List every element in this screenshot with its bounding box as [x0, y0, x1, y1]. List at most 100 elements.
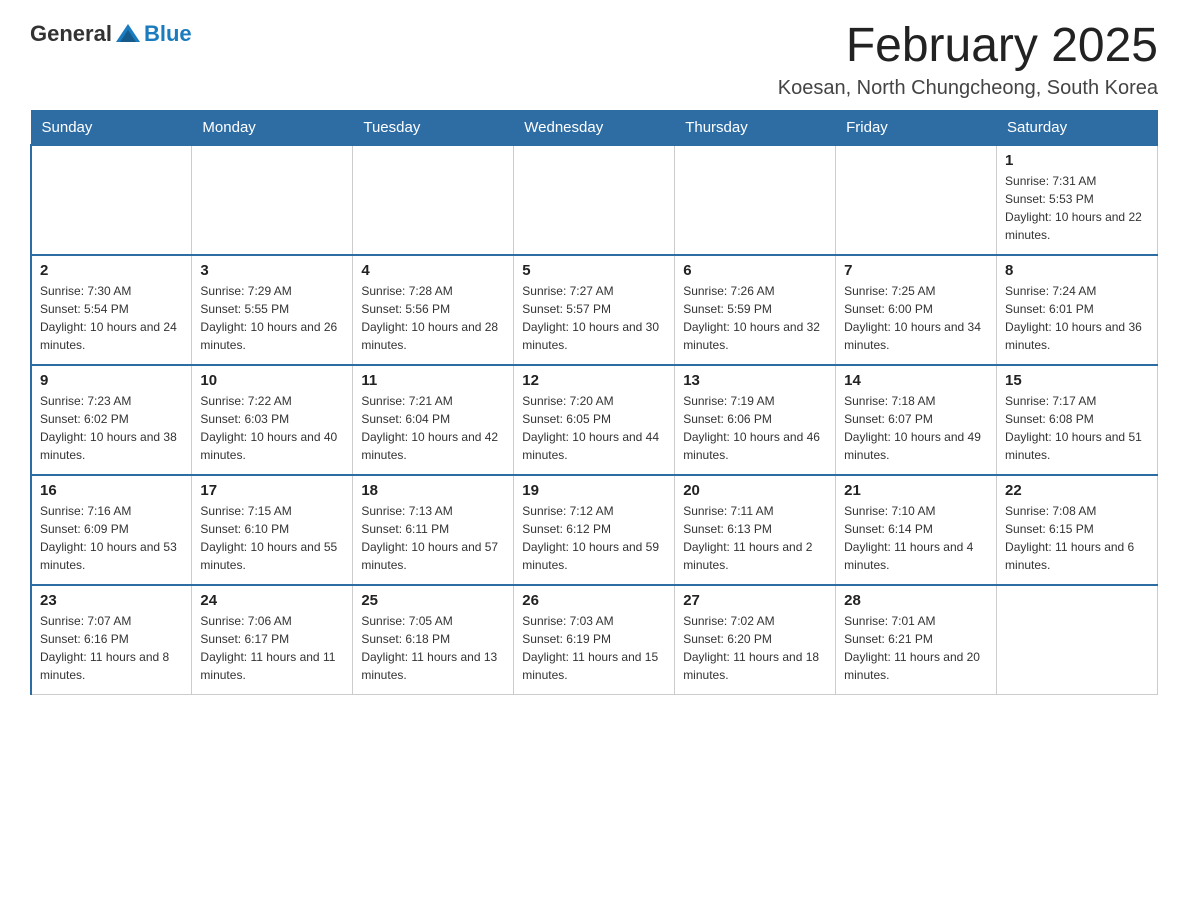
day-info: Sunrise: 7:27 AM Sunset: 5:57 PM Dayligh…: [522, 282, 666, 354]
calendar-cell: 4Sunrise: 7:28 AM Sunset: 5:56 PM Daylig…: [353, 255, 514, 365]
day-number: 13: [683, 372, 827, 389]
calendar-cell: 3Sunrise: 7:29 AM Sunset: 5:55 PM Daylig…: [192, 255, 353, 365]
calendar-subtitle: Koesan, North Chungcheong, South Korea: [778, 77, 1158, 100]
weekday-header-thursday: Thursday: [675, 110, 836, 145]
logo-text-general: General: [30, 21, 112, 47]
day-number: 2: [40, 262, 183, 279]
calendar-cell: 25 Sunrise: 7:05 AM Sunset: 6:18 PM Dayli…: [353, 585, 514, 695]
day-info: Sunrise: 7:29 AM Sunset: 5:55 PM Dayligh…: [200, 282, 344, 354]
day-number: 28: [844, 592, 988, 609]
calendar-cell: 24Sunrise: 7:06 AM Sunset: 6:17 PM Dayli…: [192, 585, 353, 695]
day-number: 22: [1005, 482, 1149, 499]
page-header: General Blue February 2025 Koesan, North…: [30, 20, 1158, 100]
day-info: Sunrise: 7:02 AM Sunset: 6:20 PM Dayligh…: [683, 612, 827, 684]
calendar-cell: 17 Sunrise: 7:15 AM Sunset: 6:10 PM Dayli…: [192, 475, 353, 585]
day-number: 6: [683, 262, 827, 279]
calendar-cell: 12Sunrise: 7:20 AM Sunset: 6:05 PM Dayli…: [514, 365, 675, 475]
day-info: Sunrise: 7:15 AM Sunset: 6:10 PM Dayligh…: [200, 502, 344, 574]
day-info: Sunrise: 7:18 AM Sunset: 6:07 PM Dayligh…: [844, 392, 988, 464]
calendar-week-row: 1Sunrise: 7:31 AM Sunset: 5:53 PM Daylig…: [31, 145, 1158, 255]
day-number: 16: [40, 482, 183, 499]
day-info: Sunrise: 7:13 AM Sunset: 6:11 PM Dayligh…: [361, 502, 505, 574]
day-number: 1: [1005, 152, 1149, 169]
day-info: Sunrise: 7:10 AM Sunset: 6:14 PM Dayligh…: [844, 502, 988, 574]
day-info: Sunrise: 7:24 AM Sunset: 6:01 PM Dayligh…: [1005, 282, 1149, 354]
calendar-cell: 21 Sunrise: 7:10 AM Sunset: 6:14 PM Dayli…: [836, 475, 997, 585]
day-info: Sunrise: 7:28 AM Sunset: 5:56 PM Dayligh…: [361, 282, 505, 354]
day-number: 5: [522, 262, 666, 279]
day-number: 9: [40, 372, 183, 389]
calendar-cell: 10 Sunrise: 7:22 AM Sunset: 6:03 PM Dayli…: [192, 365, 353, 475]
calendar-cell: 26Sunrise: 7:03 AM Sunset: 6:19 PM Dayli…: [514, 585, 675, 695]
weekday-header-saturday: Saturday: [997, 110, 1158, 145]
logo-icon: [114, 20, 142, 48]
calendar-cell: 1Sunrise: 7:31 AM Sunset: 5:53 PM Daylig…: [997, 145, 1158, 255]
day-number: 14: [844, 372, 988, 389]
calendar-cell: 20 Sunrise: 7:11 AM Sunset: 6:13 PM Dayli…: [675, 475, 836, 585]
day-number: 7: [844, 262, 988, 279]
calendar-cell: 18 Sunrise: 7:13 AM Sunset: 6:11 PM Dayli…: [353, 475, 514, 585]
calendar-cell: [836, 145, 997, 255]
day-info: Sunrise: 7:12 AM Sunset: 6:12 PM Dayligh…: [522, 502, 666, 574]
calendar-cell: 28 Sunrise: 7:01 AM Sunset: 6:21 PM Dayli…: [836, 585, 997, 695]
day-info: Sunrise: 7:11 AM Sunset: 6:13 PM Dayligh…: [683, 502, 827, 574]
day-info: Sunrise: 7:16 AM Sunset: 6:09 PM Dayligh…: [40, 502, 183, 574]
calendar-cell: 8 Sunrise: 7:24 AM Sunset: 6:01 PM Daylig…: [997, 255, 1158, 365]
calendar-cell: [353, 145, 514, 255]
day-info: Sunrise: 7:03 AM Sunset: 6:19 PM Dayligh…: [522, 612, 666, 684]
day-number: 12: [522, 372, 666, 389]
day-info: Sunrise: 7:21 AM Sunset: 6:04 PM Dayligh…: [361, 392, 505, 464]
calendar-cell: 5 Sunrise: 7:27 AM Sunset: 5:57 PM Daylig…: [514, 255, 675, 365]
calendar-cell: [514, 145, 675, 255]
calendar-cell: 27 Sunrise: 7:02 AM Sunset: 6:20 PM Dayli…: [675, 585, 836, 695]
day-number: 20: [683, 482, 827, 499]
logo: General Blue: [30, 20, 192, 48]
day-info: Sunrise: 7:06 AM Sunset: 6:17 PM Dayligh…: [200, 612, 344, 684]
calendar-week-row: 16 Sunrise: 7:16 AM Sunset: 6:09 PM Dayli…: [31, 475, 1158, 585]
calendar-cell: 14 Sunrise: 7:18 AM Sunset: 6:07 PM Dayli…: [836, 365, 997, 475]
title-area: February 2025 Koesan, North Chungcheong,…: [778, 20, 1158, 100]
calendar-cell: 23 Sunrise: 7:07 AM Sunset: 6:16 PM Dayli…: [31, 585, 192, 695]
day-number: 27: [683, 592, 827, 609]
calendar-week-row: 2 Sunrise: 7:30 AM Sunset: 5:54 PM Daylig…: [31, 255, 1158, 365]
weekday-header-row: SundayMondayTuesdayWednesdayThursdayFrid…: [31, 110, 1158, 145]
day-number: 18: [361, 482, 505, 499]
calendar-cell: [997, 585, 1158, 695]
calendar-cell: 11 Sunrise: 7:21 AM Sunset: 6:04 PM Dayli…: [353, 365, 514, 475]
day-number: 10: [200, 372, 344, 389]
calendar-cell: 9Sunrise: 7:23 AM Sunset: 6:02 PM Daylig…: [31, 365, 192, 475]
day-number: 8: [1005, 262, 1149, 279]
calendar-cell: [192, 145, 353, 255]
day-info: Sunrise: 7:05 AM Sunset: 6:18 PM Dayligh…: [361, 612, 505, 684]
day-number: 17: [200, 482, 344, 499]
calendar-cell: 2 Sunrise: 7:30 AM Sunset: 5:54 PM Daylig…: [31, 255, 192, 365]
logo-text-blue: Blue: [144, 21, 192, 47]
day-number: 15: [1005, 372, 1149, 389]
day-info: Sunrise: 7:01 AM Sunset: 6:21 PM Dayligh…: [844, 612, 988, 684]
calendar-cell: [31, 145, 192, 255]
calendar-cell: 13 Sunrise: 7:19 AM Sunset: 6:06 PM Dayli…: [675, 365, 836, 475]
calendar-cell: 16 Sunrise: 7:16 AM Sunset: 6:09 PM Dayli…: [31, 475, 192, 585]
weekday-header-wednesday: Wednesday: [514, 110, 675, 145]
calendar-cell: 6 Sunrise: 7:26 AM Sunset: 5:59 PM Daylig…: [675, 255, 836, 365]
calendar-cell: 19Sunrise: 7:12 AM Sunset: 6:12 PM Dayli…: [514, 475, 675, 585]
calendar-title: February 2025: [778, 20, 1158, 73]
day-info: Sunrise: 7:22 AM Sunset: 6:03 PM Dayligh…: [200, 392, 344, 464]
day-number: 23: [40, 592, 183, 609]
calendar-cell: 15Sunrise: 7:17 AM Sunset: 6:08 PM Dayli…: [997, 365, 1158, 475]
calendar-cell: 22Sunrise: 7:08 AM Sunset: 6:15 PM Dayli…: [997, 475, 1158, 585]
calendar-week-row: 23 Sunrise: 7:07 AM Sunset: 6:16 PM Dayli…: [31, 585, 1158, 695]
day-info: Sunrise: 7:25 AM Sunset: 6:00 PM Dayligh…: [844, 282, 988, 354]
day-info: Sunrise: 7:19 AM Sunset: 6:06 PM Dayligh…: [683, 392, 827, 464]
weekday-header-friday: Friday: [836, 110, 997, 145]
calendar-week-row: 9Sunrise: 7:23 AM Sunset: 6:02 PM Daylig…: [31, 365, 1158, 475]
day-number: 25: [361, 592, 505, 609]
weekday-header-monday: Monday: [192, 110, 353, 145]
day-info: Sunrise: 7:07 AM Sunset: 6:16 PM Dayligh…: [40, 612, 183, 684]
day-number: 21: [844, 482, 988, 499]
day-info: Sunrise: 7:30 AM Sunset: 5:54 PM Dayligh…: [40, 282, 183, 354]
weekday-header-tuesday: Tuesday: [353, 110, 514, 145]
day-info: Sunrise: 7:26 AM Sunset: 5:59 PM Dayligh…: [683, 282, 827, 354]
day-number: 11: [361, 372, 505, 389]
calendar-cell: 7 Sunrise: 7:25 AM Sunset: 6:00 PM Daylig…: [836, 255, 997, 365]
